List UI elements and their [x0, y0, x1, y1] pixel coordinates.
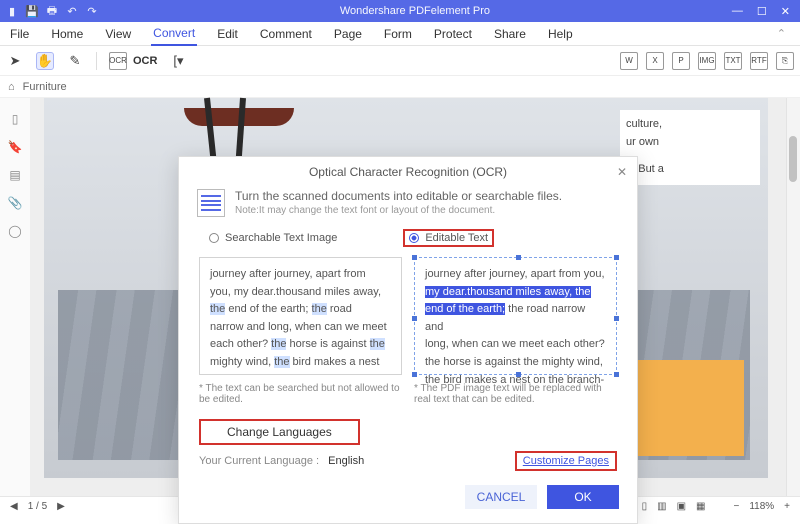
- to-word-icon[interactable]: W: [620, 52, 638, 70]
- menu-protect[interactable]: Protect: [432, 23, 474, 45]
- menu-page[interactable]: Page: [332, 23, 364, 45]
- to-image-icon[interactable]: IMG: [698, 52, 716, 70]
- ocr-label: OCR: [133, 55, 157, 67]
- breadcrumb-path[interactable]: Furniture: [23, 81, 67, 93]
- select-tool-icon[interactable]: ➤: [6, 52, 24, 70]
- zoom-value: 118%: [749, 501, 774, 512]
- zoom-in-icon[interactable]: +: [784, 501, 790, 512]
- menu-share[interactable]: Share: [492, 23, 528, 45]
- thumbnails-icon[interactable]: ▯: [12, 112, 19, 126]
- title-bar: ▮ 💾 🖶 ↶ ↷ Wondershare PDFelement Pro ― ☐…: [0, 0, 800, 22]
- view-single-icon[interactable]: ▯: [642, 501, 648, 512]
- ocr-dialog: Optical Character Recognition (OCR) ✕ Tu…: [178, 156, 638, 524]
- radio-editable-text[interactable]: Editable Text: [403, 229, 494, 247]
- page-indicator: 1 / 5: [28, 501, 47, 512]
- prev-page-icon[interactable]: ◀: [10, 501, 18, 512]
- to-ppt-icon[interactable]: P: [672, 52, 690, 70]
- next-page-icon[interactable]: ▶: [57, 501, 65, 512]
- radio-editable-label: Editable Text: [425, 232, 488, 244]
- radio-icon: [409, 233, 419, 243]
- preview-editable: journey after journey, apart from you, m…: [414, 257, 617, 375]
- left-rail: ▯ 🔖 ▤ 📎 ◯: [0, 98, 30, 496]
- to-text-icon[interactable]: TXT: [724, 52, 742, 70]
- ok-button[interactable]: OK: [547, 485, 619, 509]
- cancel-button[interactable]: CANCEL: [465, 485, 537, 509]
- menu-form[interactable]: Form: [382, 23, 414, 45]
- save-icon[interactable]: 💾: [26, 5, 38, 17]
- to-other-icon[interactable]: ⎘: [776, 52, 794, 70]
- view-facing-icon[interactable]: ▣: [677, 501, 686, 512]
- current-language-label: Your Current Language :: [199, 455, 319, 467]
- redo-icon[interactable]: ↷: [86, 5, 98, 17]
- print-icon[interactable]: 🖶: [46, 5, 58, 17]
- change-languages-button[interactable]: Change Languages: [199, 419, 360, 445]
- app-title: Wondershare PDFelement Pro: [98, 5, 732, 17]
- current-language-value: English: [328, 455, 364, 467]
- menu-convert[interactable]: Convert: [151, 22, 197, 46]
- convert-dropdown-icon[interactable]: [▾: [169, 52, 187, 70]
- edit-text-tool-icon[interactable]: ✎: [66, 52, 84, 70]
- maximize-button[interactable]: ☐: [757, 5, 767, 18]
- breadcrumb-bar: ⌂ Furniture: [0, 76, 800, 98]
- menu-view[interactable]: View: [103, 23, 133, 45]
- attachments-icon[interactable]: 📎: [8, 196, 23, 210]
- document-icon: [197, 189, 225, 217]
- zoom-out-icon[interactable]: −: [733, 501, 739, 512]
- menu-file[interactable]: File: [8, 23, 31, 45]
- comments-icon[interactable]: ▤: [9, 168, 20, 182]
- view-facing-continuous-icon[interactable]: ▦: [696, 501, 705, 512]
- radio-icon: [209, 233, 219, 243]
- ocr-icon[interactable]: OCR: [109, 52, 127, 70]
- toolbar: ➤ ✋ ✎ OCR OCR [▾ W X P IMG TXT RTF ⎘: [0, 46, 800, 76]
- menu-home[interactable]: Home: [49, 23, 85, 45]
- radio-searchable-text[interactable]: Searchable Text Image: [203, 229, 343, 247]
- app-logo-icon: ▮: [6, 5, 18, 17]
- to-excel-icon[interactable]: X: [646, 52, 664, 70]
- dialog-note: Note:It may change the text font or layo…: [235, 205, 562, 216]
- page-text-snippet: culture, ur own n. But a: [620, 110, 760, 185]
- scrollbar-thumb[interactable]: [789, 136, 797, 182]
- workspace: ▯ 🔖 ▤ 📎 ◯ culture, ur own n. But a Optic…: [0, 98, 800, 496]
- customize-pages-link[interactable]: Customize Pages: [515, 451, 617, 471]
- preview-searchable: journey after journey, apart from you, m…: [199, 257, 402, 375]
- dialog-title: Optical Character Recognition (OCR): [309, 165, 507, 179]
- note-searchable: * The text can be searched but not allow…: [199, 383, 402, 405]
- search-icon[interactable]: ◯: [8, 224, 21, 238]
- menu-comment[interactable]: Comment: [258, 23, 314, 45]
- hand-tool-icon[interactable]: ✋: [36, 52, 54, 70]
- minimize-button[interactable]: ―: [732, 5, 743, 17]
- dialog-subtitle: Turn the scanned documents into editable…: [235, 189, 562, 203]
- view-continuous-icon[interactable]: ▥: [657, 501, 666, 512]
- undo-icon[interactable]: ↶: [66, 5, 78, 17]
- menu-edit[interactable]: Edit: [215, 23, 240, 45]
- vertical-scrollbar[interactable]: [786, 98, 800, 496]
- collapse-ribbon-icon[interactable]: ⌃: [777, 27, 792, 40]
- menu-bar: File Home View Convert Edit Comment Page…: [0, 22, 800, 46]
- close-button[interactable]: ✕: [781, 5, 790, 18]
- menu-help[interactable]: Help: [546, 23, 575, 45]
- bookmarks-icon[interactable]: 🔖: [8, 140, 23, 154]
- to-rtf-icon[interactable]: RTF: [750, 52, 768, 70]
- home-icon[interactable]: ⌂: [8, 81, 15, 93]
- dialog-close-button[interactable]: ✕: [617, 165, 627, 179]
- radio-searchable-label: Searchable Text Image: [225, 232, 337, 244]
